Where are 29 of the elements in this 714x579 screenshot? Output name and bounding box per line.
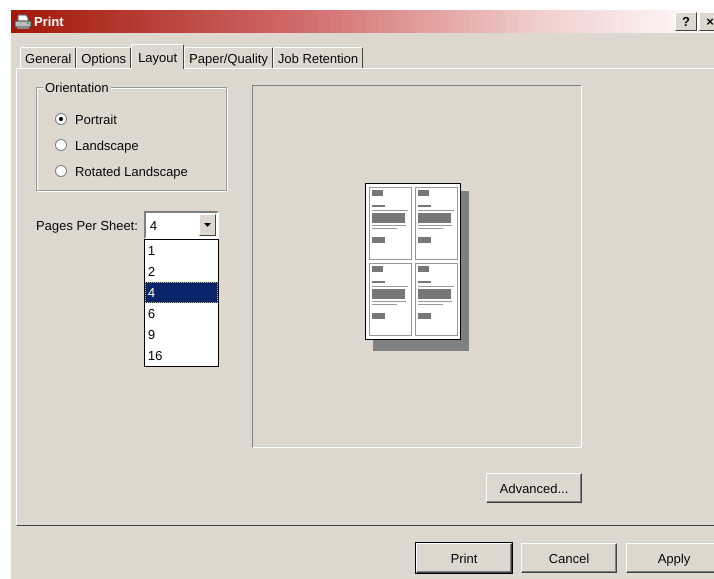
help-button[interactable]: ? bbox=[675, 12, 697, 31]
dropdown-option[interactable]: 9 bbox=[144, 324, 218, 345]
tab[interactable]: Options bbox=[76, 47, 132, 68]
radio-label[interactable]: Landscape bbox=[75, 138, 139, 152]
dialog-button[interactable]: Print bbox=[416, 543, 512, 573]
dropdown-option[interactable]: 6 bbox=[144, 303, 218, 324]
tab[interactable]: Job Retention bbox=[272, 47, 364, 68]
dropdown-arrow-button[interactable] bbox=[198, 214, 216, 236]
radio-button[interactable] bbox=[55, 165, 67, 177]
field-label: Pages Per Sheet: bbox=[36, 218, 138, 232]
printer-icon bbox=[14, 14, 32, 30]
dialog-button[interactable]: Cancel bbox=[521, 543, 617, 573]
radio-button[interactable] bbox=[55, 139, 67, 151]
advanced-button[interactable]: Advanced... bbox=[486, 473, 582, 503]
dropdown-option[interactable]: 1 bbox=[144, 240, 218, 261]
group-title: Orientation bbox=[43, 80, 111, 95]
tab[interactable]: General bbox=[20, 47, 76, 68]
tab[interactable]: Paper/Quality bbox=[184, 47, 273, 68]
window-title: Print bbox=[34, 14, 64, 29]
dropdown-option[interactable]: 4 bbox=[144, 282, 218, 303]
dropdown-option[interactable]: 2 bbox=[144, 261, 218, 282]
radio-label[interactable]: Rotated Landscape bbox=[75, 164, 188, 178]
dropdown-option[interactable]: 16 bbox=[144, 345, 218, 366]
dialog-button[interactable]: Apply bbox=[626, 543, 714, 573]
caret-icon bbox=[204, 223, 211, 227]
tab[interactable]: Layout bbox=[131, 44, 184, 69]
close-button[interactable]: × bbox=[699, 12, 714, 31]
radio-label[interactable]: Portrait bbox=[75, 112, 117, 126]
radio-button[interactable] bbox=[55, 113, 67, 125]
